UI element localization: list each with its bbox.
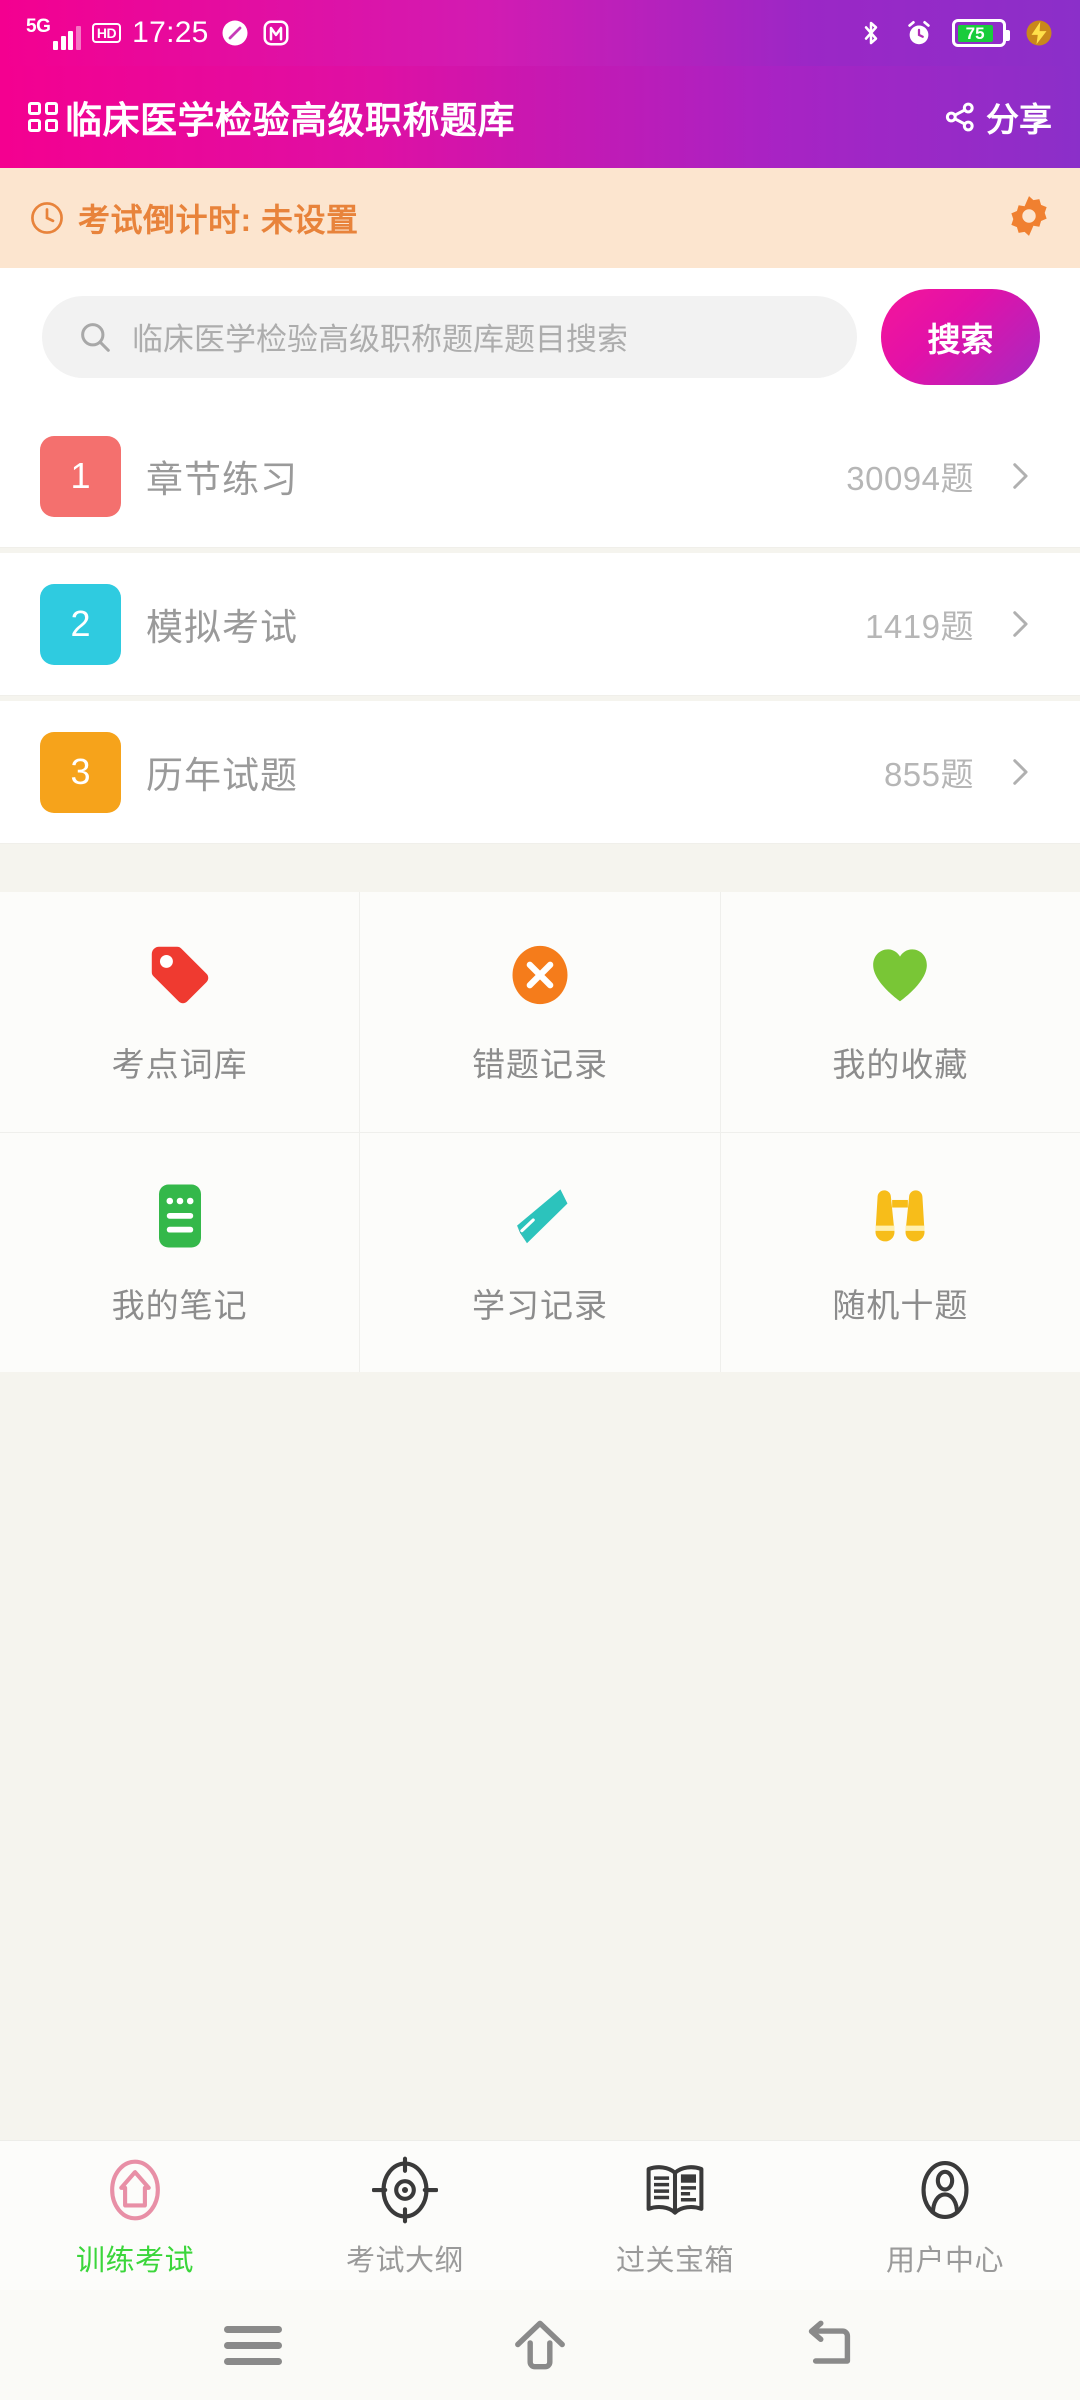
user-circle-icon	[912, 2153, 978, 2227]
row-count: 855题	[883, 756, 974, 793]
grid-item-label: 考点词库	[111, 1046, 248, 1083]
countdown-text: 考试倒计时: 未设置	[78, 202, 359, 238]
list-item-chapter-practice[interactable]: 1 章节练习 30094题	[0, 405, 1080, 548]
countdown-settings-button[interactable]	[1006, 193, 1052, 244]
bottom-tab-bar: 训练考试 考试大纲 过关宝箱 用户中心	[0, 2140, 1080, 2290]
search-button[interactable]: 搜索	[881, 288, 1040, 385]
tab-label: 用户中心	[885, 2244, 1004, 2277]
fast-charge-icon	[1026, 20, 1052, 46]
tag-icon	[143, 938, 217, 1012]
grid-item-label: 我的收藏	[832, 1046, 969, 1083]
back-icon	[808, 2320, 850, 2364]
5g-signal-icon: 5G	[26, 17, 81, 50]
section-divider	[0, 844, 1080, 892]
status-bar-time: 17:25	[132, 16, 209, 49]
menu-button[interactable]	[193, 2305, 313, 2385]
grid-icon	[28, 102, 58, 132]
cross-circle-icon	[507, 938, 573, 1012]
feature-grid: 考点词库 错题记录 我的收藏 我的笔记 学习记录 随机十题	[0, 892, 1080, 1372]
status-bar-left: 5G HD 17:25	[26, 17, 291, 50]
tab-label: 训练考试	[75, 2244, 194, 2277]
grid-item-random-ten[interactable]: 随机十题	[720, 1132, 1080, 1372]
network-label: 5G	[26, 15, 51, 37]
gear-icon	[1011, 195, 1047, 236]
content-empty-area	[0, 1372, 1080, 2140]
grid-item-study-record[interactable]: 学习记录	[360, 1132, 721, 1372]
grid-item-my-notes[interactable]: 我的笔记	[0, 1132, 361, 1372]
page-title: 临床医学检验高级职称题库	[65, 100, 515, 141]
row-number-badge: 2	[40, 583, 121, 665]
share-icon	[945, 102, 974, 132]
tab-pass-treasure-box[interactable]: 过关宝箱	[540, 2141, 810, 2290]
list-item-past-papers[interactable]: 3 历年试题 855题	[0, 701, 1080, 844]
back-button[interactable]	[767, 2305, 887, 2385]
grid-item-label: 随机十题	[832, 1286, 969, 1324]
grid-item-label: 我的笔记	[111, 1286, 248, 1324]
feature-grid-row: 我的笔记 学习记录 随机十题	[0, 1132, 1080, 1372]
pencil-icon	[506, 1179, 574, 1253]
chevron-right-icon	[1013, 611, 1028, 637]
tab-exam-syllabus[interactable]: 考试大纲	[270, 2141, 540, 2290]
battery-percent: 75	[965, 23, 985, 43]
search-placeholder: 临床医学检验高级职称题库题目搜索	[132, 322, 628, 357]
compass-icon	[222, 20, 248, 46]
header-title-group: 临床医学检验高级职称题库	[28, 90, 515, 144]
app-header: 临床医学检验高级职称题库 分享	[0, 66, 1080, 168]
hd-icon: HD	[91, 22, 122, 44]
app-screen: 5G HD 17:25 75 临床医学检验高级职称题库 分享 考试倒计时: 未设…	[0, 0, 1080, 2400]
bluetooth-icon	[864, 21, 878, 45]
chevron-right-icon	[1013, 463, 1028, 489]
tab-user-center[interactable]: 用户中心	[810, 2141, 1080, 2290]
status-bar-right: 75	[856, 18, 1054, 48]
row-number-badge: 1	[40, 435, 121, 517]
menu-icon	[224, 2325, 283, 2365]
home-icon	[515, 2320, 565, 2370]
heart-icon	[865, 938, 935, 1012]
grid-item-keyword-library[interactable]: 考点词库	[0, 892, 361, 1132]
grid-item-label: 学习记录	[471, 1286, 608, 1324]
m-app-icon	[263, 20, 289, 46]
category-list: 1 章节练习 30094题 2 模拟考试 1419题 3 历年试题 855题	[0, 405, 1080, 844]
share-button[interactable]: 分享	[942, 93, 1052, 141]
search-icon	[81, 322, 110, 352]
chevron-right-icon	[1013, 759, 1028, 785]
signal-bars-icon	[53, 24, 81, 50]
row-count: 30094题	[846, 460, 974, 497]
search-section: 临床医学检验高级职称题库题目搜索 搜索	[0, 268, 1080, 405]
feature-grid-row: 考点词库 错题记录 我的收藏	[0, 892, 1080, 1132]
list-item-mock-exam[interactable]: 2 模拟考试 1419题	[0, 553, 1080, 696]
row-count: 1419题	[865, 608, 974, 645]
row-label: 章节练习	[146, 459, 298, 500]
notebook-icon	[151, 1179, 209, 1253]
open-book-icon	[640, 2153, 710, 2227]
home-exam-icon	[102, 2153, 168, 2227]
row-label: 模拟考试	[146, 607, 298, 648]
grid-item-label: 错题记录	[471, 1046, 608, 1083]
share-label: 分享	[986, 101, 1052, 138]
tab-training-exam[interactable]: 训练考试	[0, 2141, 270, 2290]
clock-icon	[31, 202, 63, 234]
status-bar: 5G HD 17:25 75	[0, 0, 1080, 66]
exam-countdown-bar[interactable]: 考试倒计时: 未设置	[0, 168, 1080, 268]
row-number-badge: 3	[40, 731, 121, 813]
grid-item-my-favorites[interactable]: 我的收藏	[721, 892, 1080, 1132]
grid-item-wrong-answers[interactable]: 错题记录	[360, 892, 721, 1132]
alarm-icon	[908, 21, 930, 45]
tab-label: 考试大纲	[345, 2244, 464, 2277]
battery-icon: 75	[952, 19, 1010, 47]
home-button[interactable]	[480, 2305, 600, 2385]
search-input[interactable]: 临床医学检验高级职称题库题目搜索	[42, 295, 857, 378]
android-navigation-bar	[0, 2290, 1080, 2400]
countdown-group: 考试倒计时: 未设置	[28, 195, 359, 241]
target-icon	[372, 2153, 438, 2227]
tab-label: 过关宝箱	[615, 2244, 734, 2277]
binoculars-icon	[865, 1179, 935, 1253]
row-label: 历年试题	[146, 755, 298, 796]
